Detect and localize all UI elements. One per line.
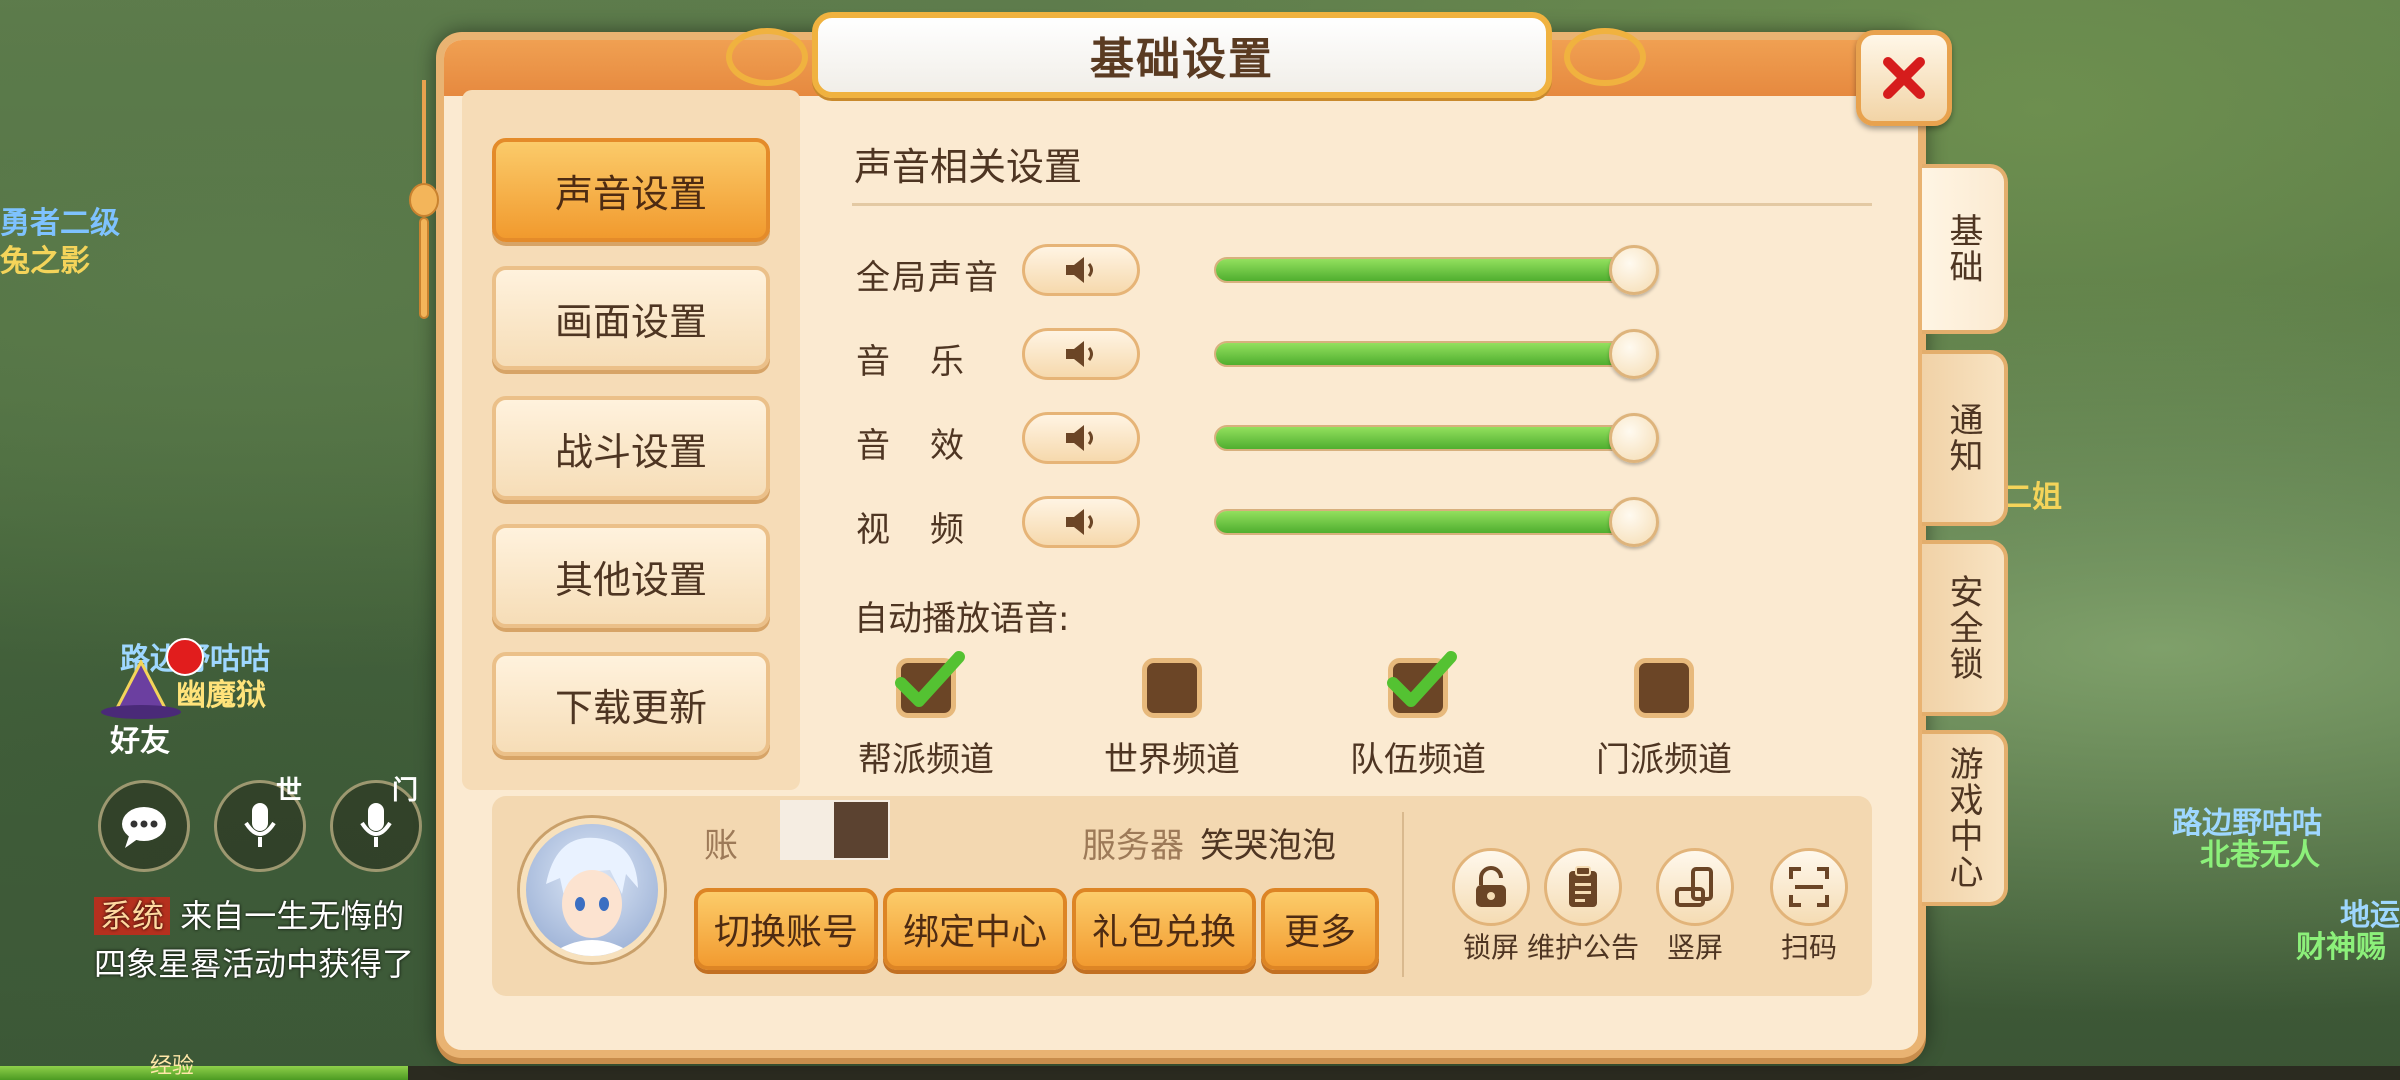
- friend-button[interactable]: 好友: [96, 658, 186, 759]
- slider-handle[interactable]: [1609, 245, 1659, 295]
- maintenance-notice-label: 维护公告: [1526, 931, 1639, 964]
- music-slider[interactable]: [1214, 341, 1634, 367]
- music-mute-button[interactable]: [1022, 328, 1140, 380]
- section-title: 声音相关设置: [854, 145, 1083, 189]
- close-button[interactable]: [1856, 30, 1952, 126]
- autoplay-voice-label: 自动播放语音:: [854, 599, 1070, 639]
- gift-redeem-button[interactable]: 礼包兑换: [1072, 888, 1256, 970]
- speaker-icon: [1066, 341, 1093, 367]
- chat-line: 四象星晷活动中获得了: [94, 945, 415, 983]
- microphone-icon: [360, 803, 392, 847]
- dialog-title-plate: 基础设置: [812, 12, 1552, 98]
- chat-line: 来自一生无悔的: [180, 897, 405, 935]
- tab-basic[interactable]: 基础: [1922, 164, 2008, 334]
- video-slider[interactable]: [1214, 509, 1634, 535]
- menu-battle-settings[interactable]: 战斗设置: [492, 396, 770, 500]
- global-sound-label: 全局声音: [856, 258, 1000, 298]
- checkbox-team-channel[interactable]: [1387, 651, 1457, 718]
- player-name-tag: 地运: [2340, 898, 2400, 933]
- checkmark-icon: [895, 651, 965, 707]
- character-portrait-icon: [546, 837, 638, 956]
- dialog-title: 基础设置: [1090, 34, 1274, 85]
- tab-security-lock[interactable]: 安全锁: [1922, 540, 2008, 716]
- global-sound-mute-button[interactable]: [1022, 244, 1140, 296]
- checkbox-guild-channel[interactable]: [895, 651, 965, 718]
- wizard-hat-icon: [101, 658, 181, 719]
- avatar[interactable]: [520, 818, 664, 962]
- maintenance-notice-tool[interactable]: 维护公告: [1518, 848, 1648, 966]
- scan-icon: [1770, 848, 1848, 926]
- menu-other-settings[interactable]: 其他设置: [492, 524, 770, 628]
- player-name-tag: 二姐: [2002, 480, 2062, 515]
- microphone-icon: [244, 803, 276, 847]
- chat-log[interactable]: 系统 来自一生无悔的 四象星晷活动中获得了: [94, 892, 414, 988]
- portrait-mode-label: 竖屏: [1666, 931, 1723, 964]
- guild-channel-label: 帮派频道: [858, 740, 994, 780]
- world-channel-label: 世: [276, 776, 303, 806]
- slider-fill: [1216, 343, 1632, 365]
- slider-fill: [1216, 427, 1632, 449]
- scan-qr-tool[interactable]: 扫码: [1744, 848, 1874, 966]
- video-mute-button[interactable]: [1022, 496, 1140, 548]
- panel-divider: [1402, 812, 1404, 977]
- music-label: 音乐: [856, 342, 1004, 382]
- speaker-icon: [1066, 425, 1093, 451]
- more-button[interactable]: 更多: [1261, 888, 1379, 970]
- friend-label: 好友: [110, 724, 170, 759]
- redacted-account-id: [834, 802, 888, 858]
- sect-channel-label: 门派频道: [1596, 740, 1732, 780]
- section-divider: [852, 203, 1872, 206]
- slider-handle[interactable]: [1609, 497, 1659, 547]
- system-tag: 系统: [94, 897, 171, 935]
- sfx-label: 音效: [856, 426, 1004, 466]
- checkbox-sect-channel[interactable]: [1634, 658, 1694, 718]
- switch-account-button[interactable]: 切换账号: [694, 888, 878, 970]
- rotate-screen-icon: [1656, 848, 1734, 926]
- server-label: 服务器: [1082, 826, 1184, 866]
- menu-display-settings[interactable]: 画面设置: [492, 266, 770, 370]
- account-label: 账: [704, 826, 738, 866]
- scan-qr-label: 扫码: [1780, 931, 1837, 964]
- experience-bar: [0, 1066, 2400, 1080]
- player-name-tag: 兔之影: [0, 244, 90, 279]
- portrait-mode-tool[interactable]: 竖屏: [1630, 848, 1760, 966]
- chat-button[interactable]: [98, 780, 190, 872]
- title-ornament-right: [1564, 28, 1646, 86]
- sect-channel-label: 门: [392, 776, 419, 806]
- title-ornament-left: [726, 28, 808, 86]
- world-channel-label: 世界频道: [1104, 740, 1240, 780]
- slider-handle[interactable]: [1609, 413, 1659, 463]
- sfx-slider[interactable]: [1214, 425, 1634, 451]
- tab-notification[interactable]: 通知: [1922, 350, 2008, 526]
- checkbox-world-channel[interactable]: [1142, 658, 1202, 718]
- video-label: 视频: [856, 510, 1004, 550]
- menu-sound-settings[interactable]: 声音设置: [492, 138, 770, 242]
- sfx-mute-button[interactable]: [1022, 412, 1140, 464]
- binding-center-button[interactable]: 绑定中心: [883, 888, 1067, 970]
- slider-fill: [1216, 511, 1632, 533]
- global-sound-slider[interactable]: [1214, 257, 1634, 283]
- slider-handle[interactable]: [1609, 329, 1659, 379]
- player-name-tag: 幽魔狱: [176, 678, 266, 713]
- menu-download-update[interactable]: 下载更新: [492, 652, 770, 756]
- close-icon: [1883, 57, 1925, 99]
- checkmark-icon: [1387, 651, 1457, 707]
- speaker-icon: [1066, 509, 1093, 535]
- player-name-tag: 北巷无人: [2200, 838, 2320, 873]
- tab-game-center[interactable]: 游戏中心: [1922, 730, 2008, 906]
- clipboard-icon: [1544, 848, 1622, 926]
- chat-bubble-icon: [122, 807, 166, 848]
- team-channel-label: 队伍频道: [1350, 740, 1486, 780]
- server-name: 笑哭泡泡: [1200, 826, 1336, 866]
- experience-label: 经验: [150, 1054, 195, 1079]
- tassel-ornament: [409, 80, 439, 319]
- experience-fill: [0, 1066, 408, 1080]
- slider-fill: [1216, 259, 1632, 281]
- speaker-icon: [1066, 257, 1093, 283]
